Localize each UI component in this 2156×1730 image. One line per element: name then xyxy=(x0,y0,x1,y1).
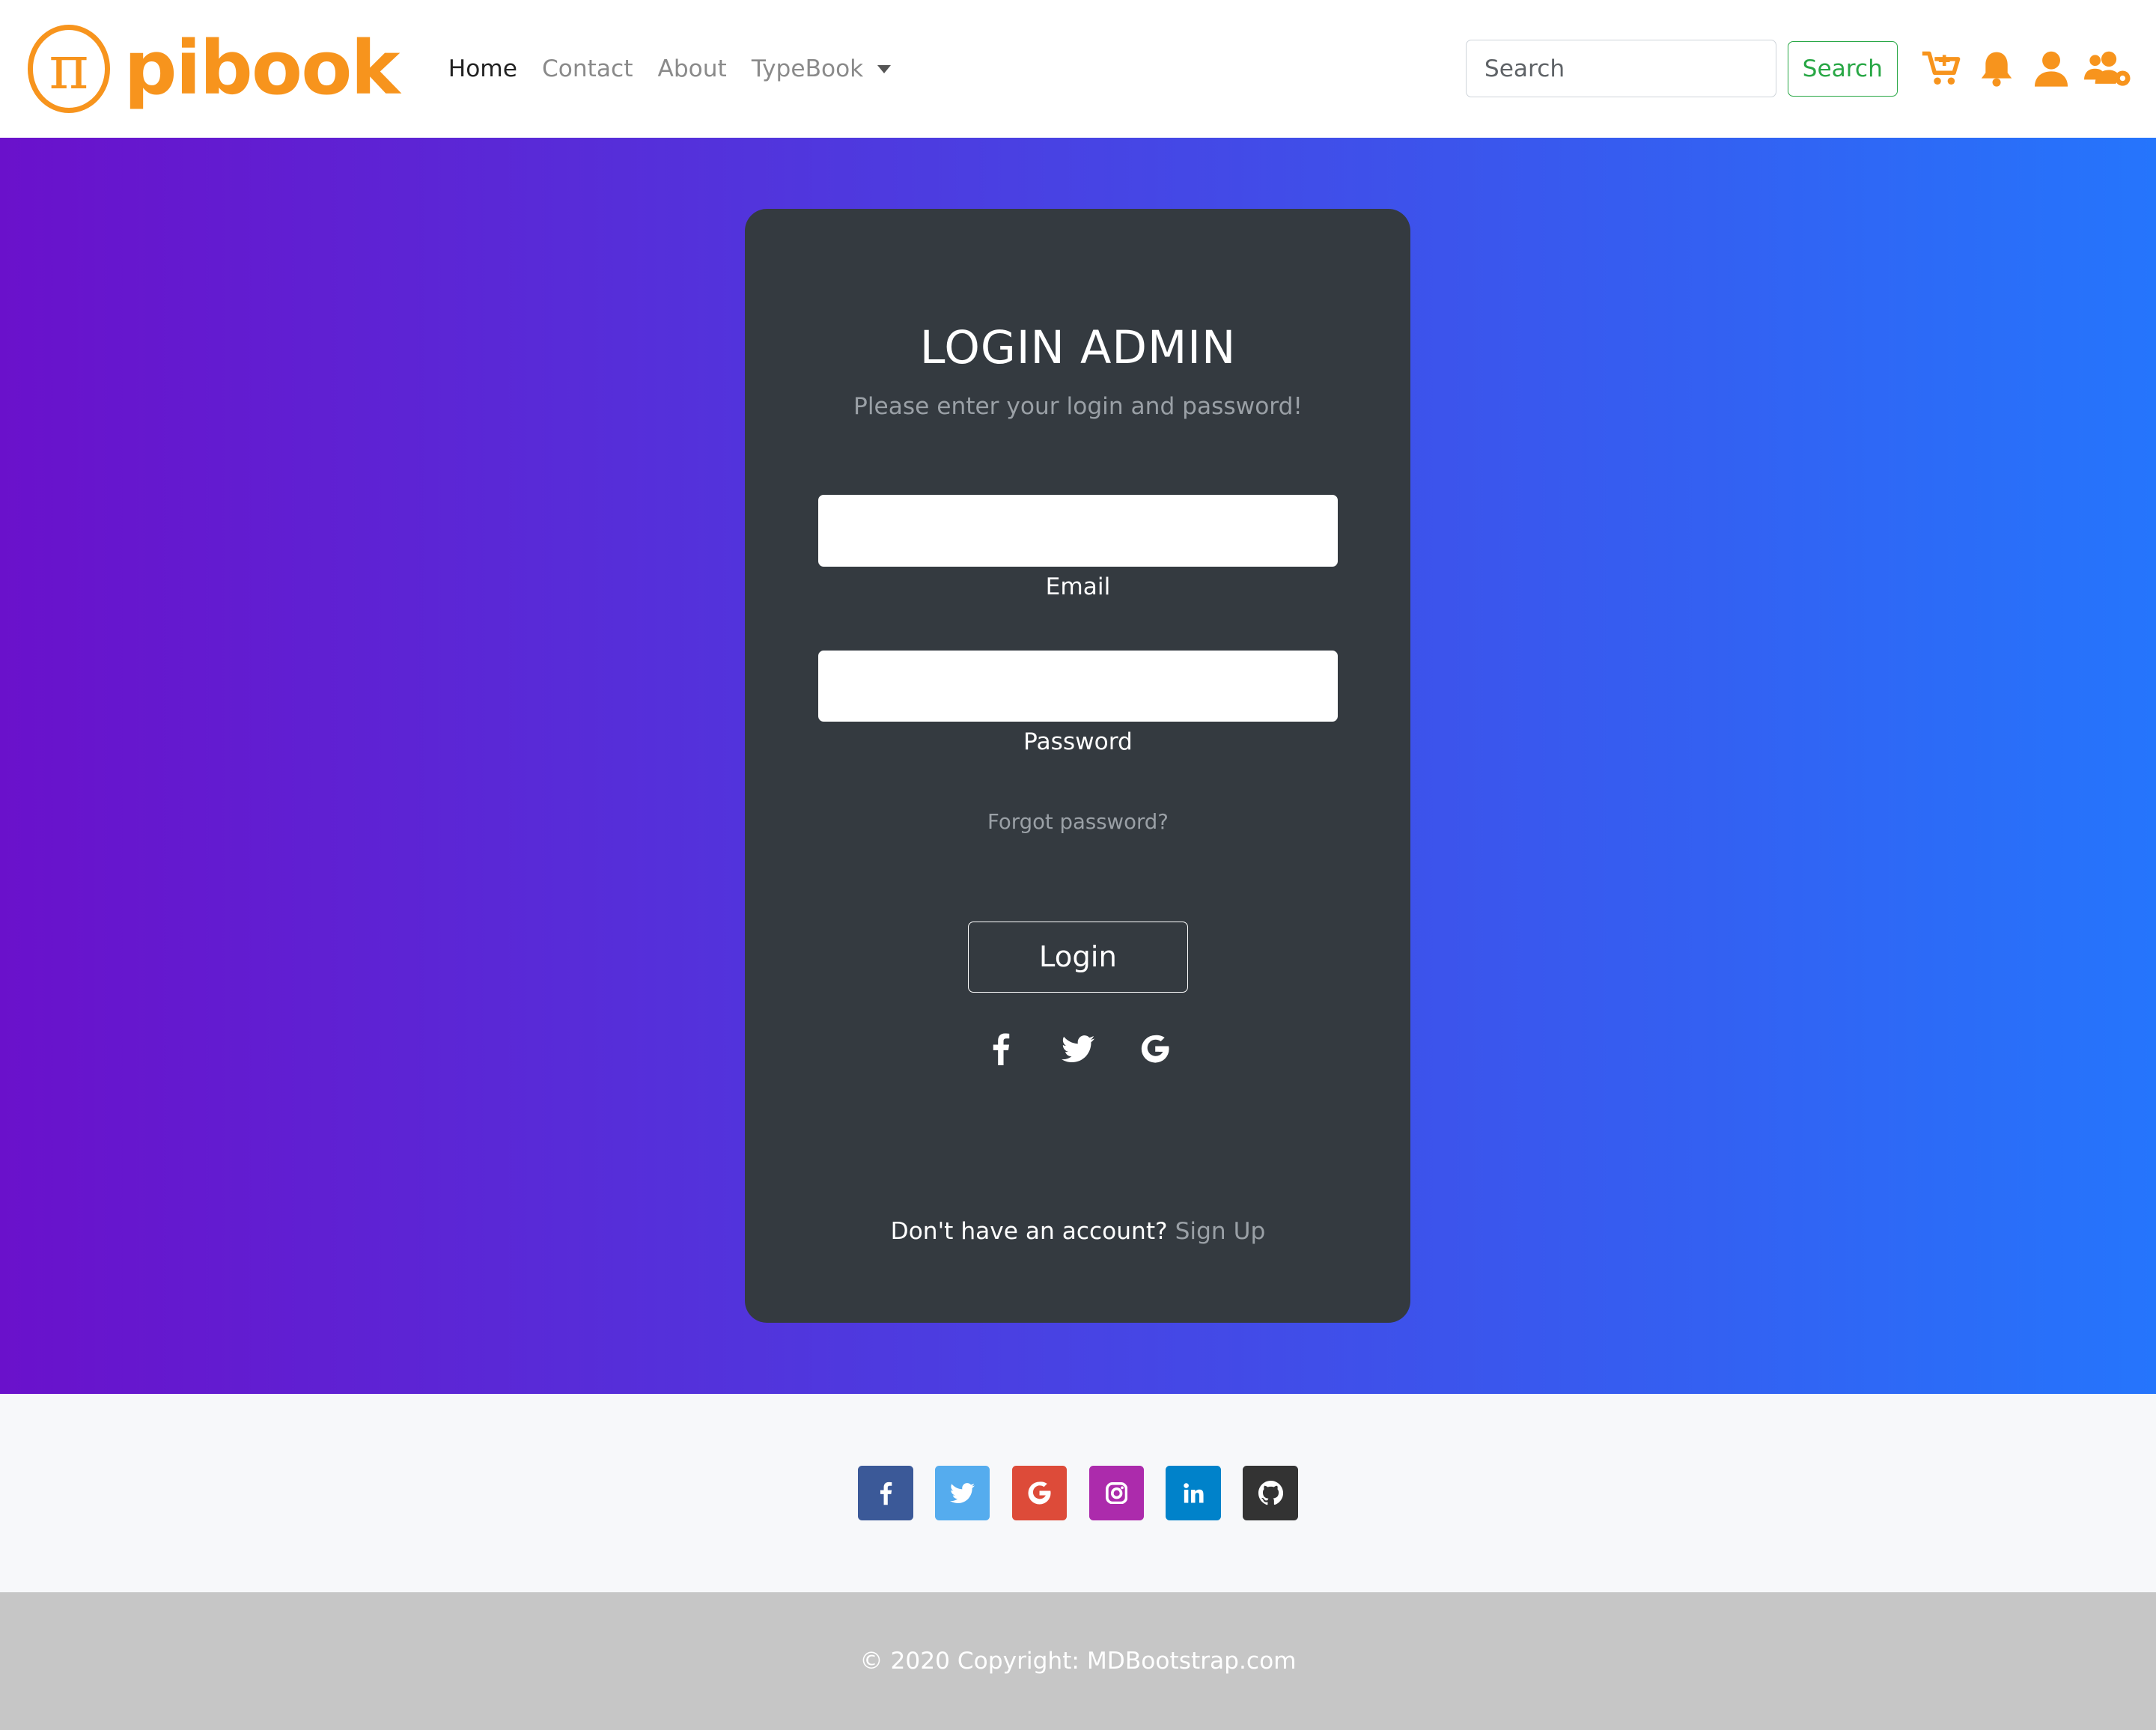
facebook-icon[interactable] xyxy=(984,1032,1017,1067)
facebook-icon xyxy=(880,1481,892,1505)
navbar: π pibook Home Contact About TypeBook Sea… xyxy=(0,0,2156,138)
login-button[interactable]: Login xyxy=(968,921,1188,993)
footer-social-bar xyxy=(0,1394,2156,1592)
twitter-icon xyxy=(950,1483,975,1503)
footer: © 2020 Copyright: MDBootstrap.com xyxy=(0,1394,2156,1730)
nav-typebook-label: TypeBook xyxy=(751,55,864,82)
card-social-links xyxy=(745,1032,1410,1067)
nav-home[interactable]: Home xyxy=(448,55,517,82)
password-field[interactable] xyxy=(817,650,1339,722)
bell-icon[interactable] xyxy=(1975,46,2019,91)
login-section: LOGIN ADMIN Please enter your login and … xyxy=(0,137,2156,1395)
chevron-down-icon xyxy=(877,65,891,74)
email-field-group: Email xyxy=(817,495,1339,600)
nav-about[interactable]: About xyxy=(658,55,727,82)
github-icon xyxy=(1258,1481,1283,1505)
signup-text: Don't have an account? xyxy=(890,1218,1168,1246)
nav-contact[interactable]: Contact xyxy=(542,55,633,82)
forgot-password-link[interactable]: Forgot password? xyxy=(745,810,1410,834)
nav-typebook-dropdown[interactable]: TypeBook xyxy=(752,55,891,82)
login-title: LOGIN ADMIN xyxy=(919,321,1237,374)
instagram-icon xyxy=(1105,1481,1128,1505)
github-button[interactable] xyxy=(1243,1465,1298,1521)
linkedin-button[interactable] xyxy=(1166,1465,1221,1521)
cart-plus-icon[interactable] xyxy=(1919,46,1964,91)
signup-link[interactable]: Sign Up xyxy=(1175,1218,1266,1245)
login-card: LOGIN ADMIN Please enter your login and … xyxy=(745,209,1411,1323)
search-button[interactable]: Search xyxy=(1787,41,1898,97)
instagram-button[interactable] xyxy=(1088,1465,1145,1521)
password-field-group: Password xyxy=(817,650,1339,756)
brand-name: pibook xyxy=(124,25,400,112)
copyright-bar: © 2020 Copyright: MDBootstrap.com xyxy=(0,1592,2156,1730)
copyright-text: © 2020 Copyright: MDBootstrap.com xyxy=(859,1647,1297,1675)
users-cog-icon[interactable] xyxy=(2084,46,2134,91)
user-icon[interactable] xyxy=(2029,46,2074,91)
twitter-icon[interactable] xyxy=(1061,1032,1094,1067)
twitter-button[interactable] xyxy=(935,1465,990,1521)
facebook-button[interactable] xyxy=(858,1465,913,1521)
linkedin-icon xyxy=(1183,1483,1204,1503)
login-subtitle: Please enter your login and password! xyxy=(853,393,1303,421)
google-icon[interactable] xyxy=(1139,1032,1172,1067)
google-icon xyxy=(1028,1481,1051,1505)
nav-right: Search xyxy=(1466,40,2134,98)
email-label: Email xyxy=(1045,573,1111,600)
pi-logo-icon: π xyxy=(27,25,111,113)
brand-logo[interactable]: π pibook xyxy=(27,21,400,118)
google-button[interactable] xyxy=(1011,1465,1068,1521)
email-field[interactable] xyxy=(817,495,1339,567)
password-label: Password xyxy=(1023,728,1133,756)
signup-prompt: Don't have an account? Sign Up xyxy=(745,1218,1410,1245)
search-input[interactable] xyxy=(1466,40,1777,98)
nav-links: Home Contact About TypeBook xyxy=(448,55,916,82)
